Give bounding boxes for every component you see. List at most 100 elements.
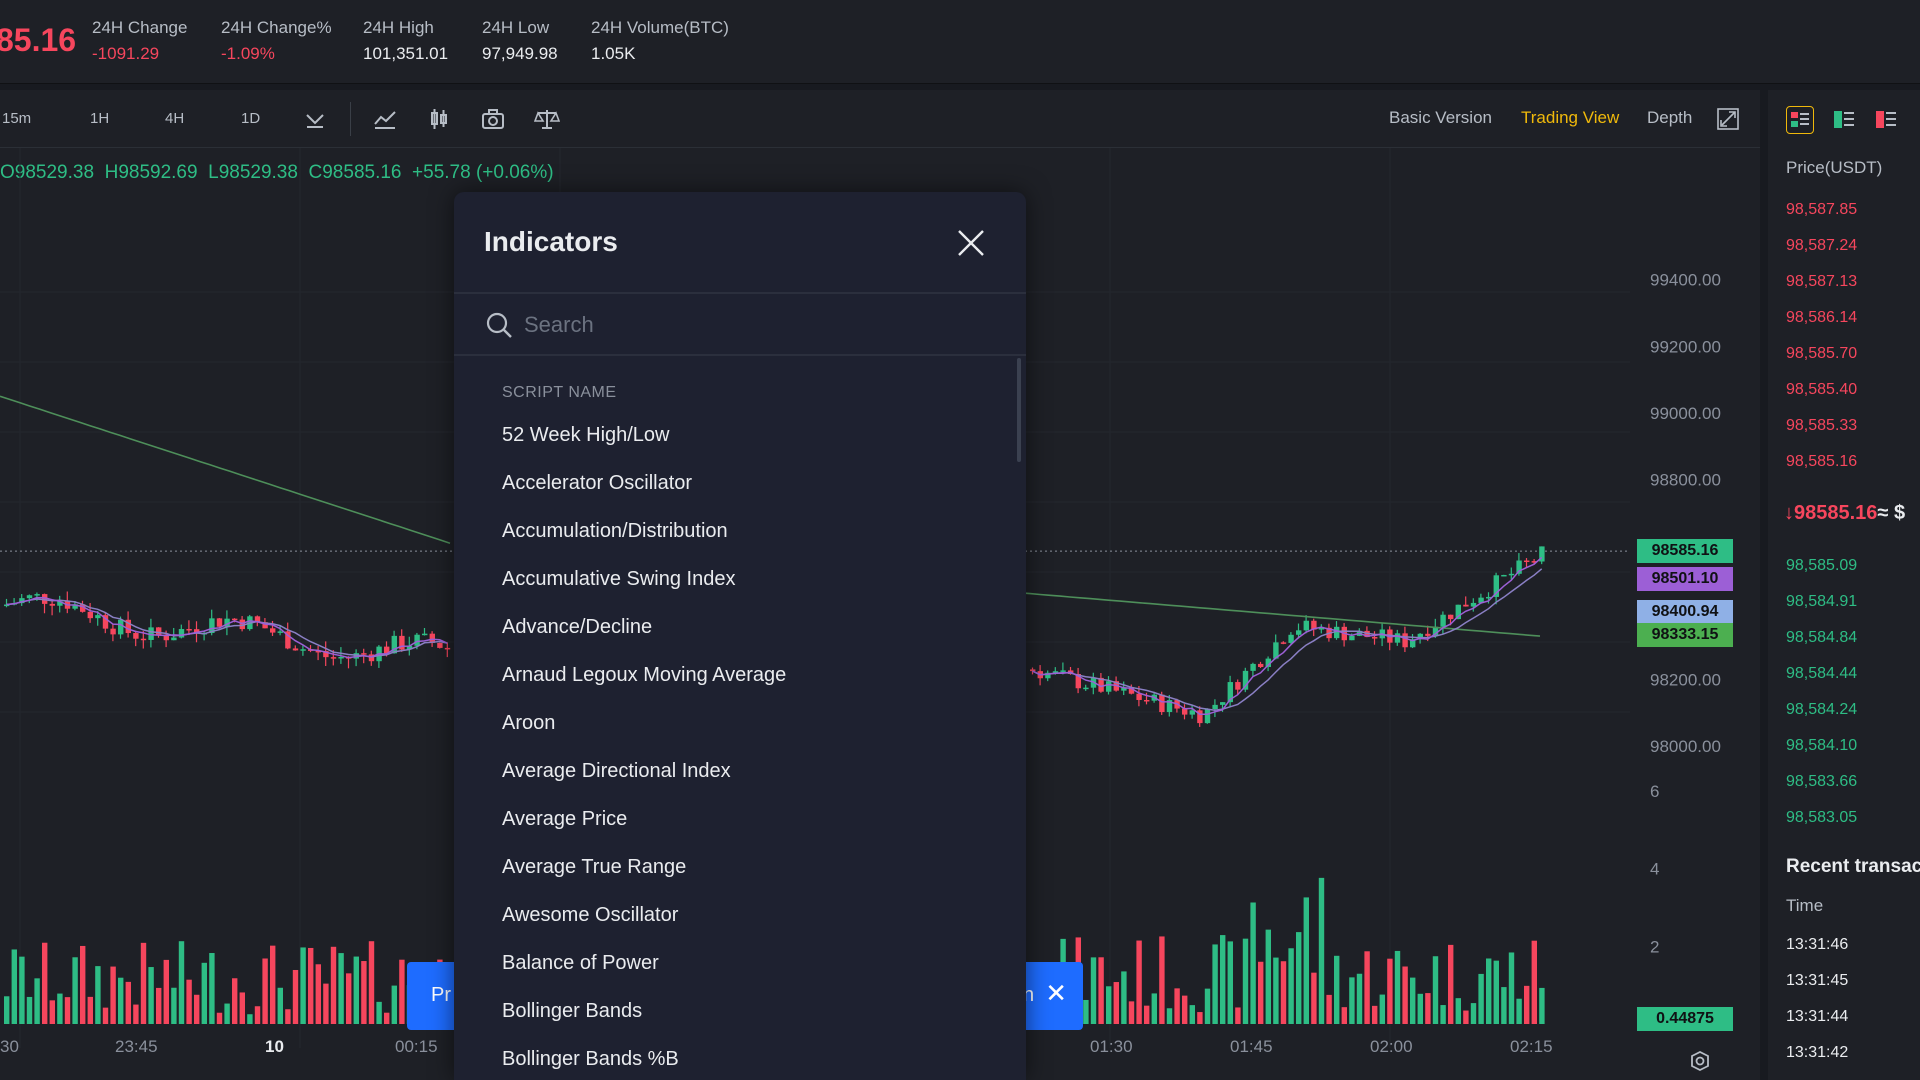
scale-icon[interactable]: [534, 106, 560, 132]
stat-24h-high: 24H High 101,351.01: [363, 18, 448, 64]
candle-body: [1212, 704, 1218, 710]
settings-icon[interactable]: [1691, 1050, 1709, 1072]
candle-icon[interactable]: [426, 106, 452, 132]
volume-bar: [1334, 955, 1340, 1024]
candle-body: [1501, 574, 1507, 577]
fullscreen-icon[interactable]: [1715, 106, 1741, 132]
chart-toolbar: 15m 1H 4H 1D Basic Version Trading View …: [0, 90, 1760, 148]
volume-bar: [270, 945, 276, 1024]
indicator-item[interactable]: Arnaud Legoux Moving Average: [502, 664, 982, 687]
indicator-list[interactable]: SCRIPT NAME 52 Week High/Low Accelerator …: [454, 358, 1026, 1080]
indicator-item[interactable]: Average Directional Index: [502, 760, 982, 783]
indicator-item[interactable]: Balance of Power: [502, 952, 982, 975]
indicator-item[interactable]: Accumulative Swing Index: [502, 568, 982, 591]
timeframe-4h[interactable]: 4H: [165, 110, 184, 127]
bid-row[interactable]: 98,584.44: [1786, 665, 1857, 683]
candle-body: [1280, 642, 1287, 644]
ask-row[interactable]: 98,587.85: [1786, 201, 1857, 219]
ask-row[interactable]: 98,585.16: [1786, 453, 1857, 471]
book-layout-both-icon[interactable]: [1786, 106, 1814, 134]
time-axis-tick: 01:30: [1090, 1037, 1133, 1056]
volume-bar: [323, 983, 329, 1024]
price-axis-tick: 98200.00: [1650, 670, 1721, 689]
mid-price-value: ↓98585.16: [1784, 502, 1878, 524]
bid-row[interactable]: 98,584.24: [1786, 701, 1857, 719]
close-icon[interactable]: [954, 226, 988, 260]
candle-body: [422, 633, 428, 636]
indicator-item[interactable]: 52 Week High/Low: [502, 424, 982, 447]
indicator-item[interactable]: Accumulation/Distribution: [502, 520, 982, 543]
indicator-item[interactable]: Bollinger Bands %B: [502, 1048, 982, 1071]
stat-value: -1091.29: [92, 44, 160, 63]
volume-bar: [1296, 932, 1302, 1024]
bid-row[interactable]: 98,584.84: [1786, 629, 1857, 647]
timeframe-1h[interactable]: 1H: [90, 110, 109, 127]
bid-row[interactable]: 98,584.91: [1786, 593, 1857, 611]
modal-title: Indicators: [484, 226, 618, 257]
volume-bar: [361, 961, 367, 1024]
volume-bar: [1136, 940, 1142, 1024]
volume-bar: [1379, 994, 1385, 1024]
view-basic-version[interactable]: Basic Version: [1389, 108, 1492, 128]
indicator-item[interactable]: Aroon: [502, 712, 982, 735]
order-book: Price(USDT) 98,587.85 98,587.24 98,587.13 9…: [1768, 90, 1920, 1080]
price-tag: 98501.10: [1637, 567, 1733, 592]
ask-row[interactable]: 98,587.24: [1786, 237, 1857, 255]
indicator-item[interactable]: Awesome Oscillator: [502, 904, 982, 927]
ask-row[interactable]: 98,585.33: [1786, 417, 1857, 435]
indicator-item[interactable]: Advance/Decline: [502, 616, 982, 639]
volume-bar: [148, 967, 154, 1024]
indicator-item[interactable]: Average Price: [502, 808, 982, 831]
book-mid-price[interactable]: ↓98585.16≈ $: [1784, 502, 1905, 525]
candle-body: [361, 653, 367, 655]
camera-icon[interactable]: [480, 106, 506, 132]
ticker-bar: 85.16 24H Change -1091.29 24H Change% -1…: [0, 0, 1920, 84]
view-depth[interactable]: Depth: [1647, 108, 1692, 128]
indicator-item[interactable]: Average True Range: [502, 856, 982, 879]
volume-bar: [391, 985, 397, 1024]
ask-row[interactable]: 98,585.40: [1786, 381, 1857, 399]
book-layout-bids-icon[interactable]: [1830, 106, 1858, 134]
indicator-item[interactable]: Accelerator Oscillator: [502, 472, 982, 495]
volume-bar: [346, 973, 352, 1024]
volume-bar: [1356, 973, 1363, 1024]
volume-bar: [26, 996, 33, 1024]
candle-body: [1524, 560, 1530, 563]
line-chart-icon[interactable]: [372, 106, 398, 132]
mid-price-usd: ≈ $: [1877, 502, 1906, 524]
volume-bar: [1242, 938, 1249, 1024]
bid-row[interactable]: 98,583.05: [1786, 809, 1857, 827]
volume-bar: [353, 956, 359, 1024]
volume-bar: [1197, 1012, 1203, 1024]
volume-bar: [285, 1009, 291, 1024]
book-layout-asks-icon[interactable]: [1872, 106, 1900, 134]
volume-bar: [399, 959, 405, 1024]
modal-divider: [454, 292, 1026, 294]
list-scrollbar[interactable]: [1017, 358, 1021, 462]
volume-bar: [1448, 944, 1454, 1024]
volume-bar: [11, 949, 17, 1024]
ask-row[interactable]: 98,587.13: [1786, 273, 1857, 291]
volume-axis-tick: 4: [1650, 860, 1659, 879]
volume-bar: [1508, 952, 1515, 1024]
search-input[interactable]: [524, 306, 994, 344]
volume-bar: [133, 1004, 139, 1024]
volume-bar: [1387, 958, 1393, 1024]
stat-24h-change: 24H Change -1091.29: [92, 18, 187, 64]
timeframe-1d[interactable]: 1D: [241, 110, 260, 127]
chevron-down-icon[interactable]: [302, 106, 328, 132]
timeframe-15m[interactable]: 15m: [2, 110, 31, 127]
bid-row[interactable]: 98,585.09: [1786, 557, 1857, 575]
view-trading-view[interactable]: Trading View: [1521, 108, 1619, 128]
volume-bar: [194, 994, 200, 1024]
ask-row[interactable]: 98,585.70: [1786, 345, 1857, 363]
volume-bar: [1265, 929, 1271, 1024]
volume-bar: [1250, 902, 1256, 1024]
banner-close-icon[interactable]: ✕: [1045, 978, 1067, 1009]
stat-label: 24H High: [363, 18, 434, 37]
ask-row[interactable]: 98,586.14: [1786, 309, 1857, 327]
indicator-item[interactable]: Bollinger Bands: [502, 1000, 982, 1023]
bid-row[interactable]: 98,583.66: [1786, 773, 1857, 791]
bid-row[interactable]: 98,584.10: [1786, 737, 1857, 755]
candle-body: [414, 634, 420, 646]
